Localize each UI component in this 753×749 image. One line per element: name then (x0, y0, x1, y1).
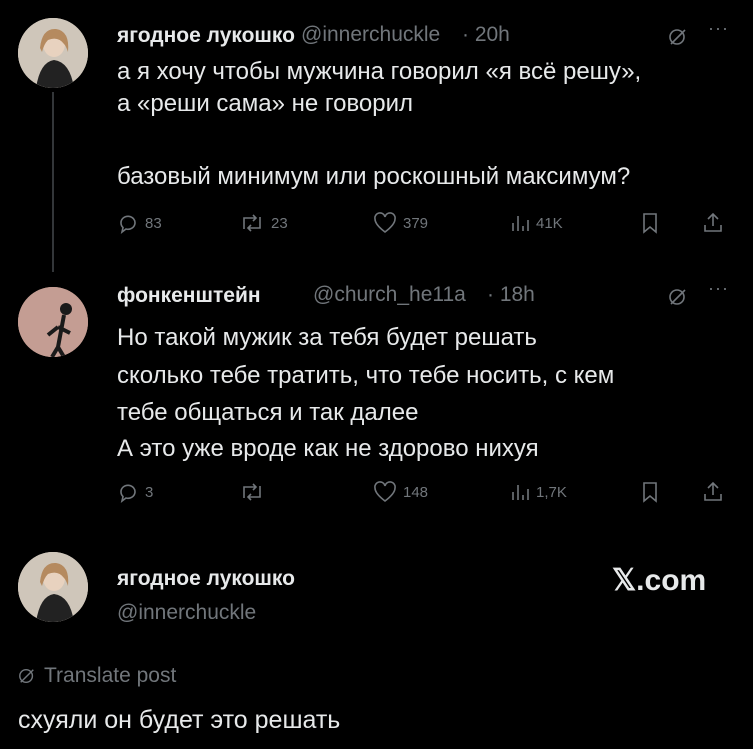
tweet-text-line: а «реши сама» не говорил (117, 90, 414, 117)
tweet-text: схуяли он будет это решать (18, 706, 341, 734)
tweet-text-line: а я хочу чтобы мужчина говорил «я всё ре… (117, 58, 642, 85)
tweet-text-line: тебе общаться и так далее (117, 399, 419, 426)
like-button[interactable]: 379 (373, 212, 428, 234)
reply-button[interactable]: 3 (117, 481, 153, 503)
views-button[interactable]: 41K (510, 212, 563, 234)
reply-icon (120, 484, 136, 503)
timestamp[interactable]: · 18h (487, 283, 535, 307)
author-name[interactable]: фонкенштейн (117, 284, 261, 308)
reply-count: 3 (145, 483, 154, 501)
views-icon (512, 216, 529, 231)
repost-icon (243, 483, 261, 501)
bookmark-button[interactable] (641, 481, 659, 503)
bookmark-icon (643, 213, 657, 234)
views-count: 1,7K (536, 483, 567, 501)
share-button[interactable] (702, 481, 724, 503)
grok-icon[interactable] (668, 27, 688, 52)
reply-button[interactable]: 83 (117, 212, 162, 234)
avatar[interactable] (18, 18, 88, 88)
heart-icon (374, 481, 396, 503)
grok-icon[interactable] (668, 287, 688, 312)
tweet-text-line: Но такой мужик за тебя будет решать (117, 324, 537, 351)
avatar[interactable] (18, 552, 88, 622)
repost-button[interactable] (239, 481, 271, 503)
tweet-text-line: базовый минимум или роскошный максимум? (117, 163, 631, 190)
more-icon[interactable]: ··· (708, 18, 729, 39)
views-count: 41K (536, 214, 563, 232)
author-name[interactable]: ягодное лукошко (117, 567, 295, 591)
share-icon (704, 212, 722, 232)
translate-label: Translate post (44, 664, 177, 687)
repost-count: 23 (271, 214, 288, 232)
reply-count: 83 (145, 214, 162, 232)
timestamp[interactable]: · 20h (462, 23, 510, 47)
views-icon (512, 485, 529, 500)
heart-icon (374, 212, 396, 234)
tweet-text-line: сколько тебе тратить, что тебе носить, с… (117, 362, 615, 389)
more-icon[interactable]: ··· (708, 278, 729, 299)
author-handle[interactable]: @innerchuckle (301, 23, 440, 47)
author-name[interactable]: ягодное лукошко (117, 24, 295, 48)
repost-button[interactable]: 23 (239, 212, 288, 234)
views-button[interactable]: 1,7K (510, 481, 567, 503)
thread-line (52, 92, 54, 272)
author-handle[interactable]: @church_he11a (313, 283, 466, 307)
like-count: 148 (403, 483, 429, 501)
author-handle[interactable]: @innerchuckle (117, 601, 256, 625)
translate-link[interactable]: Translate post (18, 664, 176, 688)
repost-icon (243, 214, 261, 232)
share-icon (704, 481, 722, 501)
avatar-image (18, 18, 88, 88)
share-button[interactable] (702, 212, 724, 234)
avatar[interactable] (18, 287, 88, 357)
avatar-image (18, 552, 88, 622)
x-com-logo: 𝕏.com (612, 564, 707, 597)
tweet-text-line: А это уже вроде как не здорово нихуя (117, 435, 539, 462)
bookmark-button[interactable] (641, 212, 659, 234)
action-bar: 83 23 379 41K (117, 212, 737, 236)
bookmark-icon (643, 482, 657, 503)
avatar-image (18, 287, 88, 357)
like-count: 379 (403, 214, 429, 232)
like-button[interactable]: 148 (373, 481, 428, 503)
reply-icon (120, 215, 136, 234)
grok-icon (19, 668, 34, 684)
action-bar: 3 148 1,7K (117, 481, 737, 505)
